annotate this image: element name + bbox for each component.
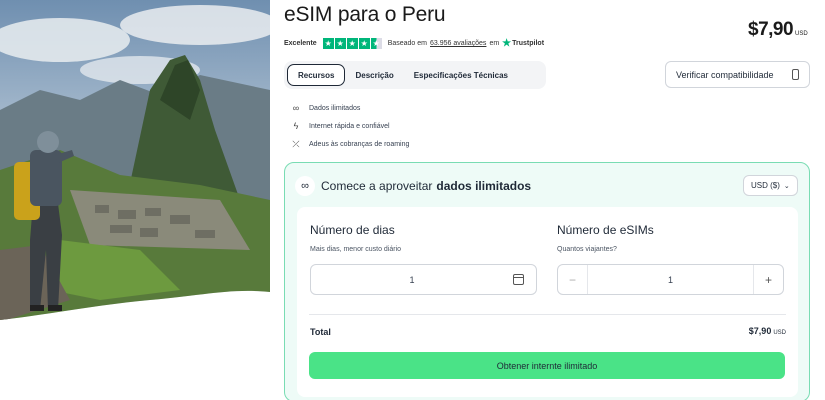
card-form: Número de dias Mais dias, menor custo di… (297, 207, 798, 397)
rating-stars: ★ ★ ★ ★ ★ (322, 38, 382, 49)
star-icon: ★ (322, 38, 334, 49)
no-roaming-icon: ⤫ (292, 138, 300, 149)
feature-item: ϟ Internet rápida e confiável (289, 117, 409, 135)
feature-label: Adeus às cobranças de roaming (309, 140, 410, 148)
feature-item: ⤫ Adeus às cobranças de roaming (289, 135, 409, 153)
trustpilot-star-icon: ★ (502, 38, 512, 49)
currency-value: USD ($) (751, 181, 780, 190)
get-unlimited-button[interactable]: Obtener internte ilimitado (309, 352, 785, 379)
days-label: Número de dias (310, 223, 395, 237)
days-value: 1 (409, 274, 415, 285)
half-star-icon: ★ (370, 38, 382, 49)
esims-hint: Quantos viajantes? (557, 246, 617, 253)
currency-select[interactable]: USD ($) ⌄ (743, 175, 798, 196)
total-price: $7,90 USD (749, 326, 786, 336)
purchase-card: ∞ Comece a aproveitar dados ilimitados U… (284, 162, 810, 400)
star-icon: ★ (346, 38, 358, 49)
trustpilot-logo[interactable]: ★ Trustpilot (502, 38, 544, 49)
days-input[interactable]: 1 (310, 264, 537, 295)
rating-count-link[interactable]: 63.956 avaliações (430, 40, 486, 47)
phone-icon (792, 69, 799, 80)
esims-stepper: − 1 + (557, 264, 784, 295)
tab-descricao[interactable]: Descrição (345, 64, 403, 86)
rating-on: em (489, 40, 500, 47)
divider (309, 314, 786, 315)
tab-especificacoes[interactable]: Especificações Técnicas (404, 64, 518, 86)
calendar-icon[interactable] (513, 274, 524, 285)
hero-image (0, 0, 270, 322)
esims-value[interactable]: 1 (588, 275, 753, 285)
trustpilot-name: Trustpilot (512, 40, 545, 47)
chevron-down-icon: ⌄ (783, 182, 790, 190)
verify-compatibility-button[interactable]: Verificar compatibilidade (665, 61, 810, 88)
card-heading-bold: dados ilimitados (436, 179, 532, 193)
total-label: Total (310, 327, 331, 337)
star-icon: ★ (358, 38, 370, 49)
total-currency: USD (773, 330, 786, 336)
product-title: eSIM para o Peru (284, 3, 446, 26)
price-value: $7,90 (748, 19, 794, 40)
infinity-icon: ∞ (295, 176, 315, 196)
card-heading: ∞ Comece a aproveitar dados ilimitados (295, 176, 531, 196)
verify-label: Verificar compatibilidade (676, 69, 774, 80)
feature-list: ∞ Dados ilimitados ϟ Internet rápida e c… (289, 99, 409, 153)
rating-based-on: Baseado em (387, 40, 427, 47)
trustpilot-rating: Excelente ★ ★ ★ ★ ★ Baseado em 63.956 av… (284, 38, 544, 49)
plus-button[interactable]: + (753, 265, 783, 294)
infinity-icon: ∞ (292, 103, 300, 113)
price-currency: USD (795, 31, 808, 37)
feature-label: Dados ilimitados (309, 104, 361, 112)
page: eSIM para o Peru $7,90 USD Excelente ★ ★ … (0, 0, 825, 400)
total-value: $7,90 (748, 326, 772, 336)
tab-recursos[interactable]: Recursos (287, 64, 346, 86)
rating-label: Excelente (284, 40, 317, 47)
minus-button[interactable]: − (558, 265, 588, 294)
bolt-icon: ϟ (293, 121, 299, 131)
card-heading-prefix: Comece a aproveitar (321, 179, 433, 193)
days-hint: Mais dias, menor custo diário (310, 246, 402, 253)
esims-label: Número de eSIMs (557, 223, 654, 237)
feature-item: ∞ Dados ilimitados (289, 99, 409, 117)
product-price: $7,90 USD (748, 19, 808, 41)
product-tabs: Recursos Descrição Especificações Técnic… (284, 61, 546, 89)
star-icon: ★ (334, 38, 346, 49)
feature-label: Internet rápida e confiável (309, 122, 390, 130)
